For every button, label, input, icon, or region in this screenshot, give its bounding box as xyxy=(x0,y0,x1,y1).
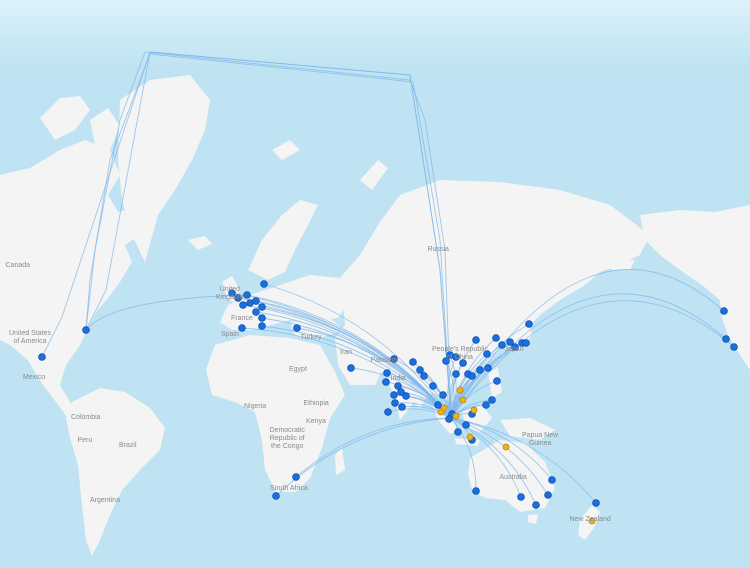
destination-marker[interactable] xyxy=(468,372,476,380)
destination-marker[interactable] xyxy=(442,357,450,365)
map-canvas[interactable] xyxy=(0,0,750,568)
destination-marker[interactable] xyxy=(452,353,460,361)
destination-marker[interactable] xyxy=(239,301,247,309)
destination-marker[interactable] xyxy=(472,336,480,344)
hub-marker[interactable] xyxy=(456,386,464,394)
destination-marker[interactable] xyxy=(293,324,301,332)
hub-marker[interactable] xyxy=(440,404,448,412)
destination-marker[interactable] xyxy=(258,303,266,311)
route-map[interactable]: Canada United States of America Mexico Colo… xyxy=(0,0,750,568)
destination-marker[interactable] xyxy=(452,370,460,378)
destination-marker[interactable] xyxy=(347,364,355,372)
destination-marker[interactable] xyxy=(592,499,600,507)
destination-marker[interactable] xyxy=(459,359,467,367)
hub-marker[interactable] xyxy=(452,412,460,420)
destination-marker[interactable] xyxy=(720,307,728,315)
destination-marker[interactable] xyxy=(416,366,424,374)
destination-marker[interactable] xyxy=(492,334,500,342)
destination-marker[interactable] xyxy=(397,388,405,396)
destination-marker[interactable] xyxy=(260,280,268,288)
destination-marker[interactable] xyxy=(390,391,398,399)
destination-marker[interactable] xyxy=(544,491,552,499)
destination-marker[interactable] xyxy=(454,428,462,436)
destination-marker[interactable] xyxy=(548,476,556,484)
destination-marker[interactable] xyxy=(258,322,266,330)
destination-marker[interactable] xyxy=(38,353,46,361)
hub-marker[interactable] xyxy=(466,433,474,441)
destination-marker[interactable] xyxy=(383,369,391,377)
destination-marker[interactable] xyxy=(252,297,260,305)
destination-marker[interactable] xyxy=(483,350,491,358)
destination-marker[interactable] xyxy=(522,339,530,347)
hub-marker[interactable] xyxy=(502,443,510,451)
hub-marker[interactable] xyxy=(470,406,478,414)
destination-marker[interactable] xyxy=(238,324,246,332)
destination-marker[interactable] xyxy=(484,364,492,372)
destination-marker[interactable] xyxy=(434,401,442,409)
destination-marker[interactable] xyxy=(409,358,417,366)
destination-marker[interactable] xyxy=(234,294,242,302)
destination-marker[interactable] xyxy=(488,396,496,404)
destination-marker[interactable] xyxy=(482,401,490,409)
destination-marker[interactable] xyxy=(517,493,525,501)
destination-marker[interactable] xyxy=(722,335,730,343)
destination-marker[interactable] xyxy=(398,403,406,411)
destination-marker[interactable] xyxy=(252,308,260,316)
destination-marker[interactable] xyxy=(476,366,484,374)
destination-marker[interactable] xyxy=(258,314,266,322)
destination-marker[interactable] xyxy=(511,343,519,351)
destination-marker[interactable] xyxy=(462,421,470,429)
destination-marker[interactable] xyxy=(420,372,428,380)
destination-marker[interactable] xyxy=(82,326,90,334)
destination-marker[interactable] xyxy=(382,378,390,386)
destination-marker[interactable] xyxy=(439,391,447,399)
destination-marker[interactable] xyxy=(391,399,399,407)
destination-marker[interactable] xyxy=(228,289,236,297)
destination-marker[interactable] xyxy=(243,291,251,299)
destination-marker[interactable] xyxy=(429,382,437,390)
hub-marker[interactable] xyxy=(459,396,467,404)
destination-marker[interactable] xyxy=(532,501,540,509)
destination-marker[interactable] xyxy=(498,341,506,349)
destination-marker[interactable] xyxy=(445,415,453,423)
hub-marker[interactable] xyxy=(588,517,596,525)
destination-marker[interactable] xyxy=(525,320,533,328)
destination-marker[interactable] xyxy=(384,408,392,416)
destination-marker[interactable] xyxy=(292,473,300,481)
destination-marker[interactable] xyxy=(390,355,398,363)
destination-marker[interactable] xyxy=(472,487,480,495)
destination-marker[interactable] xyxy=(493,377,501,385)
destination-marker[interactable] xyxy=(272,492,280,500)
destination-marker[interactable] xyxy=(730,343,738,351)
